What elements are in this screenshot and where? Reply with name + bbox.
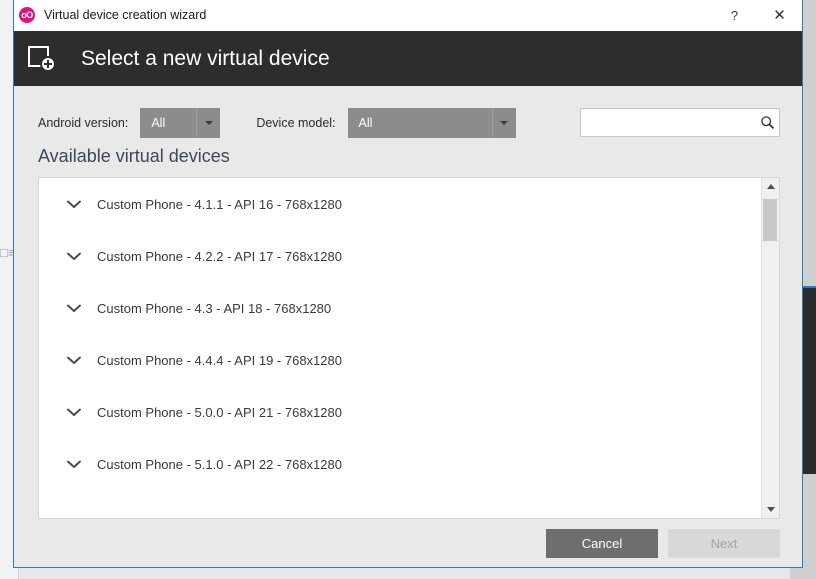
chevron-down-icon[interactable] xyxy=(63,200,85,209)
device-list-scrollbar[interactable] xyxy=(761,178,779,518)
chevron-down-icon xyxy=(196,108,220,138)
close-button[interactable]: ✕ xyxy=(757,0,802,30)
list-item-label: Custom Phone - 5.0.0 - API 21 - 768x1280 xyxy=(97,405,342,420)
device-model-dropdown[interactable]: All xyxy=(348,108,516,138)
list-item[interactable]: Custom Phone - 5.0.0 - API 21 - 768x1280 xyxy=(39,386,761,438)
caret-up-icon[interactable] xyxy=(762,178,779,195)
device-list: Custom Phone - 4.1.1 - API 16 - 768x1280… xyxy=(38,177,780,519)
list-item[interactable]: Custom Phone - 4.1.1 - API 16 - 768x1280 xyxy=(39,178,761,230)
android-version-dropdown[interactable]: All xyxy=(140,108,220,138)
chevron-down-icon[interactable] xyxy=(63,460,85,469)
chevron-down-icon[interactable] xyxy=(63,408,85,417)
help-button[interactable]: ? xyxy=(712,0,757,30)
scrollbar-thumb[interactable] xyxy=(763,199,777,241)
dialog-header-title: Select a new virtual device xyxy=(81,47,330,71)
genymotion-logo-icon: oO xyxy=(19,7,35,23)
available-devices-heading: Available virtual devices xyxy=(38,146,230,167)
dialog-footer: Cancel Next xyxy=(546,529,780,558)
add-device-icon xyxy=(27,43,61,75)
list-item[interactable]: Custom Phone - 4.2.2 - API 17 - 768x1280 xyxy=(39,230,761,282)
chevron-down-icon[interactable] xyxy=(63,252,85,261)
search-box[interactable] xyxy=(580,108,780,137)
list-item[interactable]: Custom Phone - 4.4.4 - API 19 - 768x1280 xyxy=(39,334,761,386)
title-bar: oO Virtual device creation wizard ? ✕ xyxy=(14,0,802,31)
dialog-header: Select a new virtual device xyxy=(14,31,802,86)
device-model-value: All xyxy=(348,116,492,130)
android-version-label: Android version: xyxy=(38,116,128,130)
android-version-value: All xyxy=(140,116,196,130)
caret-down-icon[interactable] xyxy=(762,501,779,518)
chevron-down-icon[interactable] xyxy=(63,304,85,313)
next-button: Next xyxy=(668,529,780,558)
list-item-label: Custom Phone - 4.4.4 - API 19 - 768x1280 xyxy=(97,353,342,368)
window-title: Virtual device creation wizard xyxy=(44,8,206,22)
search-input[interactable] xyxy=(581,109,756,136)
list-item-label: Custom Phone - 5.1.0 - API 22 - 768x1280 xyxy=(97,457,342,472)
device-model-label: Device model: xyxy=(256,116,335,130)
list-item-label: Custom Phone - 4.3 - API 18 - 768x1280 xyxy=(97,301,331,316)
cancel-button[interactable]: Cancel xyxy=(546,529,658,558)
dialog-body: Android version: All Device model: All xyxy=(14,86,802,567)
list-item[interactable]: Custom Phone - 4.3 - API 18 - 768x1280 xyxy=(39,282,761,334)
list-item-label: Custom Phone - 4.1.1 - API 16 - 768x1280 xyxy=(97,197,342,212)
list-item[interactable]: Custom Phone - 5.1.0 - API 22 - 768x1280 xyxy=(39,438,761,490)
window-controls: ? ✕ xyxy=(712,0,802,30)
chevron-down-icon xyxy=(492,108,516,138)
list-item-label: Custom Phone - 4.2.2 - API 17 - 768x1280 xyxy=(97,249,342,264)
scrollbar-track[interactable] xyxy=(762,195,779,501)
device-list-scroll-area: Custom Phone - 4.1.1 - API 16 - 768x1280… xyxy=(39,178,761,518)
virtual-device-creation-dialog: oO Virtual device creation wizard ? ✕ Se… xyxy=(13,0,803,568)
search-icon[interactable] xyxy=(756,115,779,130)
chevron-down-icon[interactable] xyxy=(63,356,85,365)
